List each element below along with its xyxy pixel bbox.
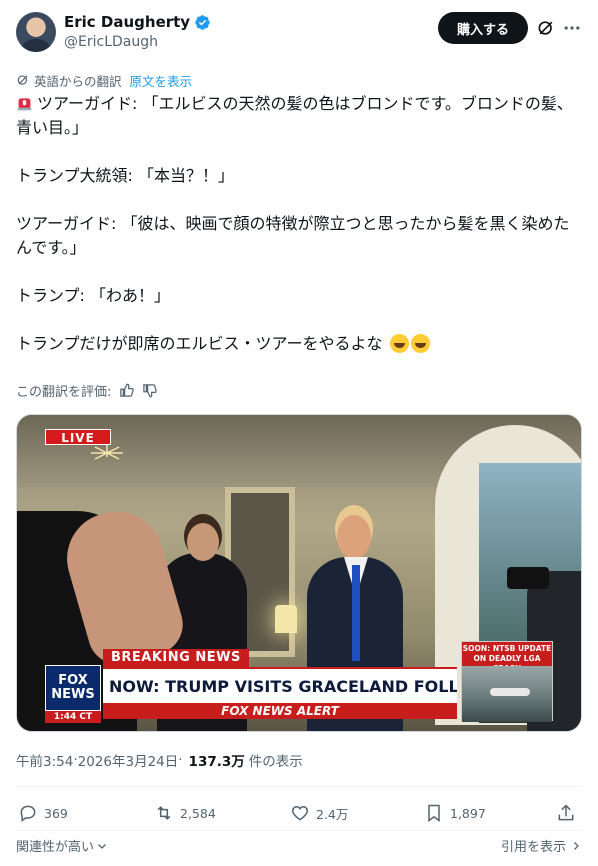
- divider: [16, 830, 582, 831]
- rate-translation-row: この翻訳を評価:: [16, 380, 158, 400]
- reply-button[interactable]: 369: [18, 800, 68, 826]
- tweet-line-3: ツアーガイド: 「彼は、映画で顔の特徴が際立つと思ったから髪を黒く染めたんです。…: [16, 214, 570, 257]
- siren-emoji-icon: [17, 98, 32, 111]
- bookmark-icon: [428, 804, 440, 822]
- view-quotes-link[interactable]: 引用を表示: [501, 836, 582, 855]
- rate-label: この翻訳を評価:: [16, 384, 112, 400]
- meta-separator: ·: [178, 752, 183, 768]
- grok-icon[interactable]: [536, 18, 556, 38]
- like-count: 2.4万: [316, 806, 349, 822]
- reply-icon: [20, 805, 36, 822]
- fox-news-alert-bar: FOX NEWS ALERT: [103, 703, 457, 719]
- more-icon[interactable]: [562, 18, 582, 38]
- side-news-box: SOON: NTSB UPDATE ON DEADLY LGA CRASH: [461, 641, 553, 722]
- tweet-header: Eric Daugherty @EricLDaugh 購入する: [16, 12, 582, 54]
- handle[interactable]: @EricLDaugh: [64, 34, 158, 50]
- tweet-line-1: ツアーガイド: 「エルビスの天然の髪の色はブロンドです。ブロンドの髪、青い目。」: [16, 94, 573, 137]
- repost-icon: [157, 806, 171, 820]
- tweet-line-5: トランプだけが即席のエルビス・ツアーをやるよな: [16, 332, 582, 356]
- thumbs-up-icon[interactable]: [119, 383, 135, 398]
- logo-line-2: NEWS: [51, 687, 95, 702]
- quotes-label: 引用を表示: [500, 840, 566, 855]
- chandelier: [91, 443, 123, 460]
- translate-icon: [17, 75, 28, 85]
- tweet-line-4: トランプ: 「わあ！」: [16, 286, 170, 305]
- chevron-down-icon: [98, 843, 106, 849]
- breaking-news-banner: BREAKING NEWS: [103, 649, 249, 667]
- view-count: 137.3万: [188, 754, 245, 770]
- show-original-link[interactable]: 原文を表示: [130, 71, 193, 90]
- buy-button[interactable]: 購入する: [438, 12, 528, 44]
- rofl-emoji-icon: [410, 334, 430, 353]
- bookmark-button[interactable]: 1,897: [424, 800, 486, 826]
- sort-label: 関連性が高い: [16, 840, 95, 855]
- side-news-image: [462, 666, 552, 722]
- repost-count: 2,584: [180, 805, 216, 821]
- tweet-time[interactable]: 午前3:54: [16, 750, 73, 770]
- chevron-right-icon: [574, 841, 579, 850]
- thumbs-down-icon[interactable]: [142, 383, 158, 398]
- tweet-text: ツアーガイド: 「エルビスの天然の髪の色はブロンドです。ブロンドの髪、青い目。」…: [16, 92, 582, 356]
- sort-replies-dropdown[interactable]: 関連性が高い: [16, 836, 108, 855]
- action-bar: 369 2,584 2.4万 1,897: [16, 800, 582, 826]
- tweet-date[interactable]: 2026年3月24日: [78, 750, 179, 770]
- broadcast-time: 1:44 CT: [45, 711, 101, 723]
- video-player[interactable]: LIVE BREAKING NEWS FOX NEWS 1:44 CT NOW:…: [16, 414, 582, 732]
- repost-button[interactable]: 2,584: [154, 800, 216, 826]
- like-button[interactable]: 2.4万: [290, 800, 348, 826]
- headline-chyron: NOW: TRUMP VISITS GRACELAND FOLLOWING RO…: [103, 667, 457, 703]
- divider: [16, 786, 582, 787]
- display-name[interactable]: Eric Daugherty: [64, 13, 190, 31]
- avatar[interactable]: [16, 12, 56, 52]
- name-row: Eric Daugherty: [64, 13, 211, 31]
- logo-line-1: FOX: [58, 673, 88, 688]
- translation-note: 英語からの翻訳: [34, 73, 122, 89]
- tweet-line-2: トランプ大統領: 「本当？！」: [16, 166, 234, 185]
- scene-lamp: [275, 605, 297, 633]
- rofl-emoji-icon: [389, 334, 409, 353]
- verified-badge-icon: [195, 14, 210, 30]
- side-news-title: SOON: NTSB UPDATE ON DEADLY LGA CRASH: [462, 642, 552, 673]
- translation-row: 英語からの翻訳 原文を表示: [16, 70, 192, 90]
- footer-row: 関連性が高い 引用を表示: [16, 834, 582, 856]
- share-button[interactable]: [556, 800, 576, 826]
- live-badge: LIVE: [45, 429, 111, 445]
- bookmark-count: 1,897: [450, 805, 486, 821]
- heart-icon: [291, 805, 309, 821]
- tie: [352, 565, 360, 661]
- view-label: 件の表示: [248, 754, 303, 770]
- reply-count: 369: [44, 805, 68, 821]
- share-icon: [558, 804, 574, 821]
- tweet-meta: 午前3:54 · 2026年3月24日 · 137.3万 件の表示: [16, 750, 303, 770]
- fox-news-logo: FOX NEWS: [45, 665, 101, 711]
